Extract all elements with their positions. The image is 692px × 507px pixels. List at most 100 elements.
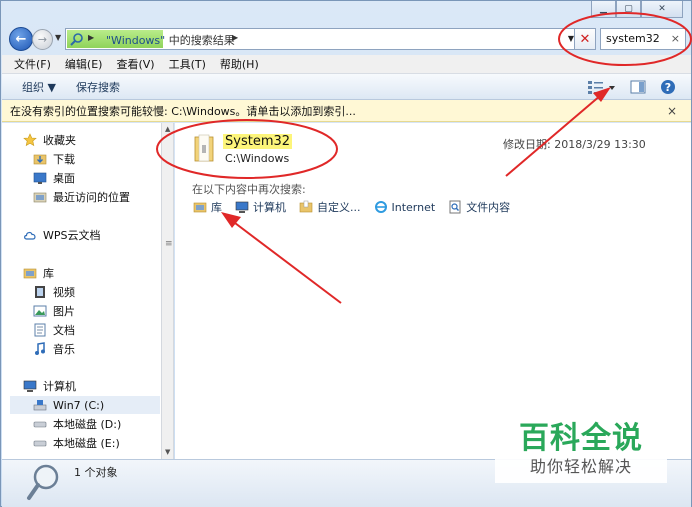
scroll-up-icon[interactable]: ▲: [165, 125, 170, 133]
search-again-internet[interactable]: Internet: [374, 200, 435, 214]
music-icon: [32, 341, 48, 357]
address-bar[interactable]: ▶ "Windows" 中的搜索结果 ▶ ▼: [65, 28, 579, 50]
nav-drive-d[interactable]: 本地磁盘 (D:): [32, 415, 121, 433]
recent-pages-dropdown[interactable]: ▼: [55, 33, 61, 42]
breadcrumb-next-arrow-icon[interactable]: ▶: [232, 33, 238, 42]
nav-pictures[interactable]: 图片: [32, 302, 75, 320]
nav-desktop[interactable]: 桌面: [32, 169, 75, 187]
menu-edit[interactable]: 编辑(E): [65, 56, 103, 72]
stop-search-button[interactable]: ✕: [574, 28, 596, 50]
breadcrumb-arrow-icon[interactable]: ▶: [88, 33, 94, 42]
system-drive-icon: [32, 397, 48, 413]
address-row: ← → ▼ ▶ "Windows" 中的搜索结果 ▶ ▼ ✕ system32 …: [7, 25, 687, 53]
toolbar: 组织 ▼ 保存搜索 ?: [2, 74, 691, 100]
preview-pane-button[interactable]: [629, 78, 647, 95]
menu-help[interactable]: 帮助(H): [220, 56, 259, 72]
nav-wps[interactable]: WPS云文档: [22, 226, 101, 244]
view-options-button[interactable]: [587, 78, 617, 95]
search-again-file-contents-label: 文件内容: [466, 201, 511, 214]
nav-recent[interactable]: 最近访问的位置: [32, 188, 130, 206]
nav-libraries-label: 库: [43, 267, 54, 280]
nav-wps-label: WPS云文档: [43, 229, 101, 242]
search-again-label: 在以下内容中再次搜索:: [192, 183, 306, 196]
maximize-button[interactable]: ▢: [616, 1, 641, 18]
disk-drive-icon: [32, 435, 48, 451]
nav-videos[interactable]: 视频: [32, 283, 75, 301]
search-again-options: 库 计算机 自定义... Internet 文件内容: [193, 199, 523, 215]
nav-recent-label: 最近访问的位置: [53, 191, 130, 204]
folder-icon: [194, 134, 214, 162]
nav-documents[interactable]: 文档: [32, 321, 75, 339]
search-again-computer[interactable]: 计算机: [235, 199, 286, 215]
back-button[interactable]: ←: [9, 27, 33, 51]
minimize-button[interactable]: ▁: [591, 1, 616, 18]
internet-explorer-icon: [374, 200, 388, 214]
info-bar-text: 在没有索引的位置搜索可能较慢: C:\Windows。请单击以添加到索引...: [10, 104, 356, 118]
nav-pane-scrollbar[interactable]: ▲ ≡ ▼: [161, 123, 174, 459]
nav-pictures-label: 图片: [53, 305, 75, 318]
custom-folder-icon: [299, 200, 313, 214]
forward-button[interactable]: →: [32, 29, 53, 50]
menu-tools[interactable]: 工具(T): [169, 56, 206, 72]
info-bar-close-icon[interactable]: ×: [667, 104, 677, 118]
cloud-icon: [22, 227, 38, 243]
search-again-computer-label: 计算机: [253, 201, 286, 214]
disk-drive-icon: [32, 416, 48, 432]
back-arrow-icon: ←: [15, 31, 27, 47]
search-again-file-contents[interactable]: 文件内容: [448, 199, 510, 215]
video-icon: [32, 284, 48, 300]
nav-favorites[interactable]: 收藏夹: [22, 131, 76, 149]
index-info-bar[interactable]: 在没有索引的位置搜索可能较慢: C:\Windows。请单击以添加到索引... …: [2, 100, 691, 122]
menu-view[interactable]: 查看(V): [116, 56, 154, 72]
search-again-custom[interactable]: 自定义...: [299, 199, 361, 215]
stop-icon: ✕: [579, 31, 591, 47]
nav-favorites-label: 收藏夹: [43, 134, 76, 147]
search-icon: [70, 33, 83, 46]
minimize-icon: ▁: [600, 4, 607, 14]
close-icon: ✕: [658, 4, 666, 14]
library-icon: [22, 265, 38, 281]
search-input[interactable]: system32 ×: [600, 28, 686, 50]
watermark-title: 百科全说: [519, 421, 643, 456]
caption-buttons: ▁ ▢ ✕: [591, 1, 683, 18]
nav-music-label: 音乐: [53, 343, 75, 356]
menu-bar: 文件(F) 编辑(E) 查看(V) 工具(T) 帮助(H): [2, 55, 691, 74]
search-again-libraries[interactable]: 库: [193, 199, 222, 215]
scroll-thumb-grip-icon[interactable]: ≡: [165, 239, 173, 249]
result-modified-date: 修改日期: 2018/3/29 13:30: [503, 138, 646, 151]
library-icon: [193, 200, 207, 214]
nav-downloads-label: 下载: [53, 153, 75, 166]
desktop-icon: [32, 170, 48, 186]
close-button[interactable]: ✕: [641, 1, 683, 18]
nav-drive-c[interactable]: Win7 (C:): [10, 396, 160, 414]
search-value: system32: [606, 32, 660, 45]
help-icon: ?: [661, 79, 675, 94]
scroll-down-icon[interactable]: ▼: [165, 448, 170, 456]
forward-arrow-icon: →: [37, 33, 48, 46]
preview-pane-icon: [630, 80, 646, 93]
computer-icon: [22, 378, 38, 394]
star-icon: [22, 132, 38, 148]
nav-drive-e-label: 本地磁盘 (E:): [53, 437, 120, 450]
save-search-button[interactable]: 保存搜索: [76, 79, 120, 95]
nav-drive-d-label: 本地磁盘 (D:): [53, 418, 122, 431]
result-folder-name[interactable]: System32: [223, 134, 293, 149]
downloads-folder-icon: [32, 151, 48, 167]
watermark-subtitle: 助你轻松解决: [529, 457, 632, 476]
breadcrumb[interactable]: "Windows" 中的搜索结果: [106, 32, 235, 48]
nav-music[interactable]: 音乐: [32, 340, 75, 358]
help-button[interactable]: ?: [659, 78, 677, 95]
nav-downloads[interactable]: 下载: [32, 150, 75, 168]
nav-drive-e[interactable]: 本地磁盘 (E:): [32, 434, 120, 452]
menu-file[interactable]: 文件(F): [14, 56, 51, 72]
watermark: 百科全说 助你轻松解决: [495, 399, 667, 483]
nav-libraries[interactable]: 库: [22, 264, 54, 282]
nav-documents-label: 文档: [53, 324, 75, 337]
search-clear-icon[interactable]: ×: [671, 32, 680, 45]
breadcrumb-location: "Windows": [106, 34, 166, 47]
search-again-libraries-label: 库: [211, 201, 222, 214]
organize-button[interactable]: 组织 ▼: [22, 79, 56, 95]
navigation-pane: 收藏夹 下载 桌面 最近访问的位置 WPS云文档 库 视频 图片 文档 音乐 计…: [2, 123, 161, 459]
nav-computer[interactable]: 计算机: [22, 377, 76, 395]
pictures-icon: [32, 303, 48, 319]
